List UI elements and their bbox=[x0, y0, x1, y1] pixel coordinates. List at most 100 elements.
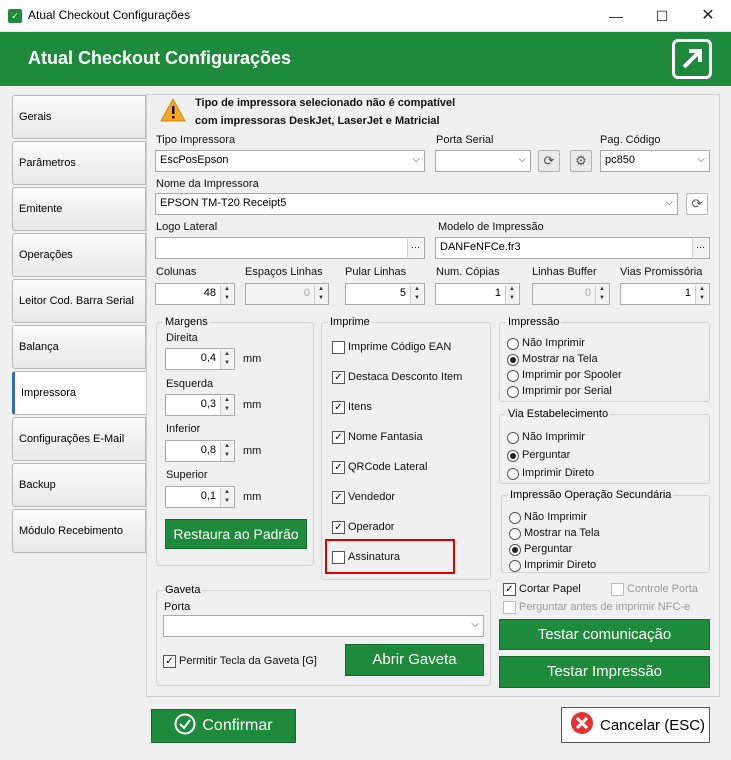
spin-arrows-icon[interactable]: ▲ ▼ bbox=[220, 396, 233, 415]
margem-inferior-value: 0,8 bbox=[200, 444, 216, 456]
operacao-secundaria-title: Impressão Operação Secundária bbox=[508, 489, 674, 501]
impressao-option-label: Não Imprimir bbox=[522, 337, 585, 349]
impressao-radio-2[interactable] bbox=[507, 370, 519, 382]
impressao-radio-0[interactable] bbox=[507, 338, 519, 350]
controle-porta-label: Controle Porta bbox=[627, 583, 698, 595]
via-estabelecimento-option-label: Não Imprimir bbox=[522, 431, 585, 443]
margem-superior-spinner[interactable]: 0,1 ▲ ▼ bbox=[165, 486, 235, 508]
modelo-impressao-input[interactable]: DANFeNFCe.fr3 ··· bbox=[435, 237, 710, 259]
imprime-qrcode-lateral-checkbox[interactable]: ✓ bbox=[332, 461, 345, 474]
impressao-radio-3[interactable] bbox=[507, 386, 519, 398]
spin-arrows-icon[interactable]: ▲ ▼ bbox=[220, 442, 233, 461]
imprime-operador-checkbox[interactable]: ✓ bbox=[332, 521, 345, 534]
tab-emitente[interactable]: Emitente bbox=[12, 187, 146, 231]
app-icon: ✓ bbox=[8, 9, 22, 23]
tab-label: Balança bbox=[19, 341, 59, 353]
espacos-linhas-value: 0 bbox=[303, 287, 310, 299]
tab-balanca[interactable]: Balança bbox=[12, 325, 146, 369]
testar-comunicacao-button[interactable]: Testar comunicação bbox=[499, 619, 710, 650]
spin-arrows-icon[interactable]: ▲ ▼ bbox=[410, 285, 423, 304]
brand-logo-icon bbox=[672, 39, 712, 79]
imprime-qrcode-lateral-label: QRCode Lateral bbox=[348, 461, 428, 473]
gaveta-porta-select[interactable]: ⌵ bbox=[163, 615, 484, 637]
imprime-itens-label: Itens bbox=[348, 401, 372, 413]
impressao-radio-1[interactable] bbox=[507, 354, 519, 366]
operacao-secundaria-radio-2[interactable] bbox=[509, 544, 521, 556]
linhas-buffer-label: Linhas Buffer bbox=[532, 266, 597, 278]
cortar-papel-checkbox[interactable]: ✓ bbox=[503, 583, 516, 596]
minimize-icon[interactable]: — bbox=[593, 0, 639, 32]
chevron-down-icon: ⌵ bbox=[412, 154, 420, 165]
via-estabelecimento-radio-2[interactable] bbox=[507, 468, 519, 480]
cancelar-button[interactable]: Cancelar (ESC) bbox=[561, 707, 710, 743]
via-estabelecimento-radio-0[interactable] bbox=[507, 432, 519, 444]
chevron-down-icon: ⌵ bbox=[697, 154, 705, 165]
pular-linhas-label: Pular Linhas bbox=[345, 266, 407, 278]
logo-lateral-input[interactable]: ··· bbox=[155, 237, 425, 259]
confirmar-button[interactable]: Confirmar bbox=[151, 709, 296, 743]
refresh-printers-button[interactable]: ⟳ bbox=[686, 193, 708, 215]
spin-arrows-icon[interactable]: ▲ ▼ bbox=[220, 488, 233, 507]
tab-label: Emitente bbox=[19, 203, 63, 215]
vias-promissoria-spinner[interactable]: 1 ▲ ▼ bbox=[620, 283, 710, 305]
permitir-tecla-gaveta-checkbox[interactable]: ✓ bbox=[163, 655, 176, 668]
tab-label: Operações bbox=[19, 249, 73, 261]
tab-configuracoes-email[interactable]: Configurações E-Mail bbox=[12, 417, 146, 461]
maximize-icon[interactable]: ☐ bbox=[639, 0, 685, 32]
spin-arrows-icon[interactable]: ▲ ▼ bbox=[595, 285, 608, 304]
tab-modulo-recebimento[interactable]: Módulo Recebimento bbox=[12, 509, 146, 553]
tipo-impressora-select[interactable]: EscPosEpson ⌵ bbox=[155, 150, 425, 172]
margem-direita-spinner[interactable]: 0,4 ▲ ▼ bbox=[165, 348, 235, 370]
tab-gerais[interactable]: Gerais bbox=[12, 95, 146, 139]
imprime-nome-fantasia-label: Nome Fantasia bbox=[348, 431, 423, 443]
pular-linhas-value: 5 bbox=[399, 287, 406, 299]
perguntar-nfce-checkbox[interactable] bbox=[503, 601, 516, 614]
porta-serial-select[interactable]: ⌵ bbox=[435, 150, 531, 172]
linhas-buffer-spinner[interactable]: 0 ▲ ▼ bbox=[532, 283, 610, 305]
operacao-secundaria-radio-3[interactable] bbox=[509, 560, 521, 572]
spin-arrows-icon[interactable]: ▲ ▼ bbox=[505, 285, 518, 304]
spin-arrows-icon[interactable]: ▲ ▼ bbox=[314, 285, 327, 304]
tab-parametros[interactable]: Parâmetros bbox=[12, 141, 146, 185]
port-config-button[interactable]: ⚙ bbox=[570, 150, 592, 172]
nome-impressora-value: EPSON TM-T20 Receipt5 bbox=[160, 197, 287, 209]
unit-mm: mm bbox=[243, 399, 262, 411]
margem-inferior-spinner[interactable]: 0,8 ▲ ▼ bbox=[165, 440, 235, 462]
spin-arrows-icon[interactable]: ▲ ▼ bbox=[695, 285, 708, 304]
imprime-itens-checkbox[interactable]: ✓ bbox=[332, 401, 345, 414]
linhas-buffer-value: 0 bbox=[584, 287, 591, 299]
colunas-spinner[interactable]: 48 ▲ ▼ bbox=[155, 283, 235, 305]
nome-impressora-select[interactable]: EPSON TM-T20 Receipt5 ⌵ bbox=[155, 193, 678, 215]
close-icon[interactable]: ✕ bbox=[685, 0, 731, 32]
margem-esquerda-spinner[interactable]: 0,3 ▲ ▼ bbox=[165, 394, 235, 416]
spin-arrows-icon[interactable]: ▲ ▼ bbox=[220, 350, 233, 369]
browse-icon[interactable]: ··· bbox=[692, 239, 708, 257]
colunas-label: Colunas bbox=[156, 266, 197, 278]
tab-impressora[interactable]: Impressora bbox=[12, 371, 148, 415]
pular-linhas-spinner[interactable]: 5 ▲ ▼ bbox=[345, 283, 425, 305]
chevron-down-icon: ⌵ bbox=[471, 619, 479, 630]
spin-arrows-icon[interactable]: ▲ ▼ bbox=[220, 285, 233, 304]
tab-backup[interactable]: Backup bbox=[12, 463, 146, 507]
refresh-ports-button[interactable]: ⟳ bbox=[538, 150, 560, 172]
abrir-gaveta-button[interactable]: Abrir Gaveta bbox=[345, 644, 484, 676]
pag-codigo-select[interactable]: pc850 ⌵ bbox=[600, 150, 710, 172]
tab-leitor-cod-barra[interactable]: Leitor Cod. Barra Serial bbox=[12, 279, 146, 323]
operacao-secundaria-radio-1[interactable] bbox=[509, 528, 521, 540]
imprime-vendedor-checkbox[interactable]: ✓ bbox=[332, 491, 345, 504]
operacao-secundaria-radio-0[interactable] bbox=[509, 512, 521, 524]
restaura-padrao-button[interactable]: Restaura ao Padrão bbox=[165, 519, 307, 549]
header-title: Atual Checkout Configurações bbox=[28, 48, 292, 68]
controle-porta-checkbox[interactable] bbox=[611, 583, 624, 596]
testar-impressao-button[interactable]: Testar Impressão bbox=[499, 656, 710, 688]
imprime-nome-fantasia-checkbox[interactable]: ✓ bbox=[332, 431, 345, 444]
espacos-linhas-spinner[interactable]: 0 ▲ ▼ bbox=[245, 283, 329, 305]
num-copias-spinner[interactable]: 1 ▲ ▼ bbox=[435, 283, 520, 305]
margem-superior-value: 0,1 bbox=[200, 490, 216, 502]
via-estabelecimento-radio-1[interactable] bbox=[507, 450, 519, 462]
imprime-destaca-desconto-checkbox[interactable]: ✓ bbox=[332, 371, 345, 384]
browse-icon[interactable]: ··· bbox=[407, 239, 423, 257]
tab-operacoes[interactable]: Operações bbox=[12, 233, 146, 277]
modelo-impressao-label: Modelo de Impressão bbox=[438, 221, 544, 233]
imprime-ean-checkbox[interactable] bbox=[332, 341, 345, 354]
